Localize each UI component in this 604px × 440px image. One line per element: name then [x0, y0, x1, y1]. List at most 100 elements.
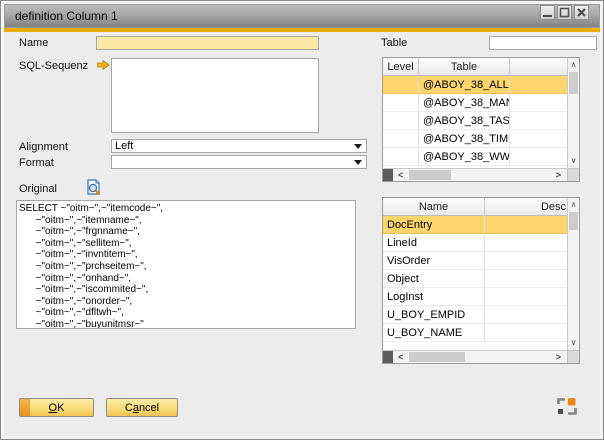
cell-table: @ABOY_38_ALLOC_ [419, 76, 510, 94]
tables-grid-hscrollbar[interactable]: < > [383, 168, 579, 181]
cell-name: VisOrder [383, 252, 485, 270]
scroll-up-icon[interactable]: ∧ [568, 61, 579, 69]
table-row[interactable]: @ABOY_38_TASK [383, 112, 567, 130]
table-filter-input[interactable] [489, 36, 597, 50]
field-row[interactable]: Object [383, 270, 567, 288]
cell-desc [485, 216, 567, 234]
cell-level [383, 94, 419, 112]
column-header-level[interactable]: Level [383, 58, 419, 76]
alignment-dropdown[interactable]: Left [111, 139, 367, 153]
cell-name: U_BOY_EMPID [383, 306, 485, 324]
field-row[interactable]: U_BOY_EMPID [383, 306, 567, 324]
alignment-label: Alignment [19, 141, 68, 153]
table-row[interactable]: @ABOY_38_MANUA [383, 94, 567, 112]
cell-name: LogInst [383, 288, 485, 306]
original-sql-text: SELECT ~"oitm~",~"itemcode~", ~"oitm~",~… [17, 201, 355, 329]
form-settings-icon[interactable] [557, 398, 577, 415]
cell-level [383, 112, 419, 130]
hscroll-thumb[interactable] [409, 170, 451, 180]
field-row-selected[interactable]: DocEntry [383, 216, 567, 234]
dropdown-arrow-icon [354, 160, 362, 165]
window-title: definition Column 1 [5, 9, 118, 23]
definition-column-dialog: definition Column 1 Name SQL-Sequenz Ali… [0, 0, 604, 440]
field-row[interactable]: LogInst [383, 288, 567, 306]
scrollbar-corner [567, 351, 579, 363]
format-dropdown[interactable] [111, 155, 367, 169]
column-header-table[interactable]: Table [419, 58, 510, 76]
cell-desc [485, 306, 567, 324]
maximize-icon [559, 7, 570, 18]
cell-extra [510, 76, 567, 94]
dropdown-arrow-icon [354, 144, 362, 149]
cell-level [383, 76, 419, 94]
titlebar[interactable]: definition Column 1 [4, 4, 600, 28]
cell-extra [510, 130, 567, 148]
minimize-icon [542, 7, 553, 18]
column-header-name[interactable]: Name [383, 198, 485, 216]
sql-sequenz-text [112, 59, 318, 61]
column-header-description[interactable]: Desc [485, 198, 567, 216]
field-row[interactable]: U_BOY_NAME [383, 324, 567, 342]
dialog-content: Name SQL-Sequenz Alignment Left Format O… [4, 32, 600, 436]
field-row[interactable]: VisOrder [383, 252, 567, 270]
hscroll-thumb[interactable] [409, 352, 465, 362]
ok-button-accent [20, 399, 30, 416]
scroll-down-icon[interactable]: ∨ [568, 157, 579, 165]
table-row[interactable]: @ABOY_38_WWT [383, 148, 567, 166]
scroll-right-icon[interactable]: > [556, 353, 561, 362]
fields-grid-hscrollbar[interactable]: < > [383, 350, 579, 363]
grid-corner-handle[interactable] [383, 351, 393, 363]
table-label: Table [381, 37, 407, 49]
close-icon [576, 7, 587, 18]
vscroll-thumb[interactable] [569, 212, 578, 230]
minimize-button[interactable] [540, 5, 555, 20]
cell-table: @ABOY_38_MANUA [419, 94, 510, 112]
alignment-value: Left [115, 140, 133, 152]
cell-name: U_BOY_NAME [383, 324, 485, 342]
cell-extra [510, 148, 567, 166]
cancel-button[interactable]: Cancel [106, 398, 178, 417]
scroll-left-icon[interactable]: < [398, 171, 403, 180]
maximize-button[interactable] [557, 5, 572, 20]
vscroll-thumb[interactable] [569, 72, 578, 94]
fields-grid: Name Desc DocEntry LineId VisOrder Objec… [382, 197, 580, 364]
name-input[interactable] [96, 36, 319, 50]
cell-level [383, 148, 419, 166]
grid-corner-handle[interactable] [383, 169, 393, 181]
fields-grid-vscrollbar[interactable]: ∧ ∨ [567, 198, 579, 350]
scroll-right-icon[interactable]: > [556, 171, 561, 180]
tables-grid: Level Table @ABOY_38_ALLOC_ @ABOY_38_MAN… [382, 57, 580, 182]
column-header-extra[interactable] [510, 58, 567, 76]
field-row[interactable]: LineId [383, 234, 567, 252]
format-label: Format [19, 157, 54, 169]
scroll-down-icon[interactable]: ∨ [568, 339, 579, 347]
cell-level [383, 130, 419, 148]
cell-table: @ABOY_38_TASK [419, 112, 510, 130]
cell-extra [510, 94, 567, 112]
cell-name: LineId [383, 234, 485, 252]
name-label: Name [19, 37, 48, 49]
preview-query-icon[interactable] [86, 179, 102, 196]
cell-desc [485, 234, 567, 252]
cell-table: @ABOY_38_WWT [419, 148, 510, 166]
cell-desc [485, 252, 567, 270]
scroll-up-icon[interactable]: ∧ [568, 201, 579, 209]
sql-sequenz-label: SQL-Sequenz [19, 60, 88, 72]
original-label: Original [19, 183, 57, 195]
cell-name: DocEntry [383, 216, 485, 234]
cell-name: Object [383, 270, 485, 288]
cell-table: @ABOY_38_TIMERE [419, 130, 510, 148]
original-sql-textarea[interactable]: SELECT ~"oitm~",~"itemcode~", ~"oitm~",~… [16, 200, 356, 329]
scroll-left-icon[interactable]: < [398, 353, 403, 362]
ok-button[interactable]: OK [19, 398, 94, 417]
sql-sequenz-textarea[interactable] [111, 58, 319, 133]
cell-desc [485, 324, 567, 342]
cell-desc [485, 288, 567, 306]
cell-extra [510, 112, 567, 130]
close-button[interactable] [574, 5, 589, 20]
table-row[interactable]: @ABOY_38_TIMERE [383, 130, 567, 148]
table-row-selected[interactable]: @ABOY_38_ALLOC_ [383, 76, 567, 94]
cell-desc [485, 270, 567, 288]
link-arrow-icon[interactable] [97, 60, 110, 70]
tables-grid-vscrollbar[interactable]: ∧ ∨ [567, 58, 579, 168]
